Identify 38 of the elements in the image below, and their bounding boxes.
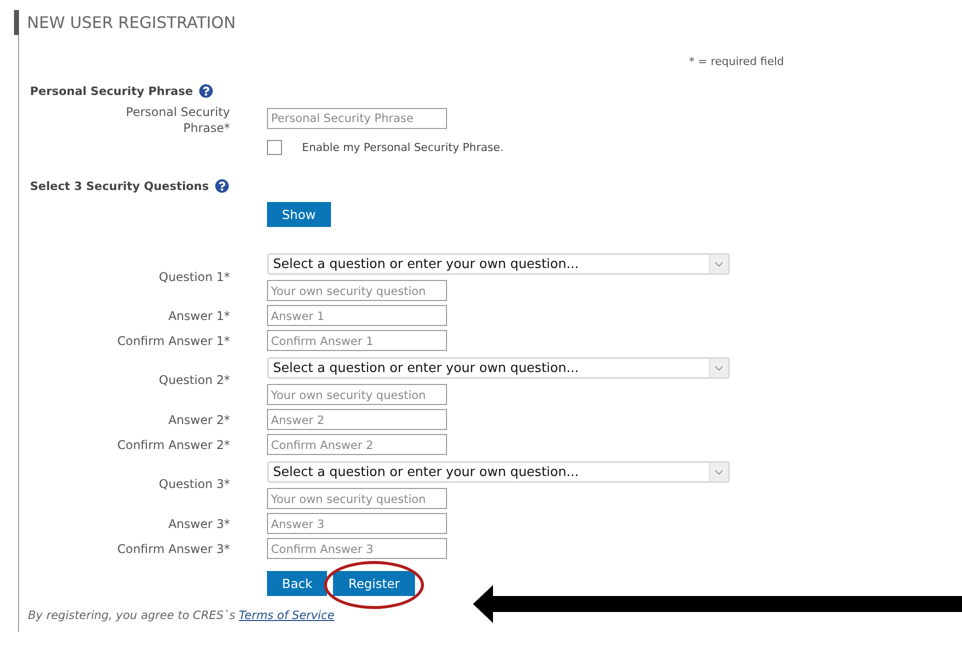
- question-dropdown[interactable]: Select a question or enter your own question...: [267, 461, 730, 483]
- input-field[interactable]: Confirm Answer 3: [267, 538, 447, 559]
- caret-icon: [709, 463, 728, 481]
- field-label: Confirm Answer 3*: [116, 540, 230, 556]
- form-button[interactable]: Back: [267, 571, 328, 596]
- field-label: Answer 2*: [167, 412, 230, 428]
- field-label: Answer 1*: [167, 308, 230, 324]
- field-label: Question 1*: [158, 269, 230, 285]
- section-heading: Select 3 Security Questions: [30, 179, 209, 193]
- field-label: Answer 3*: [167, 516, 230, 532]
- field-label: Confirm Answer 1*: [116, 332, 230, 348]
- field-label: Personal Security Phrase*: [124, 104, 230, 136]
- checkbox[interactable]: [267, 140, 282, 155]
- input-field[interactable]: Personal Security Phrase: [267, 108, 447, 128]
- field-label: Question 2*: [158, 372, 230, 388]
- input-field[interactable]: Answer 3: [267, 513, 447, 534]
- form-button[interactable]: Register: [333, 571, 415, 596]
- field-label: Question 3*: [158, 476, 230, 492]
- input-field[interactable]: Answer 2: [267, 409, 447, 430]
- input-field[interactable]: Your own security question: [267, 384, 447, 405]
- input-field[interactable]: Answer 1: [267, 305, 447, 326]
- checkbox-label: Enable my Personal Security Phrase.: [302, 141, 504, 154]
- input-field[interactable]: Your own security question: [267, 280, 447, 301]
- caret-icon: [709, 255, 728, 273]
- help-icon[interactable]: [198, 84, 213, 98]
- question-dropdown[interactable]: Select a question or enter your own question...: [267, 253, 730, 275]
- question-dropdown[interactable]: Select a question or enter your own question...: [267, 357, 730, 379]
- help-icon[interactable]: [214, 179, 229, 193]
- field-label: Confirm Answer 2*: [116, 436, 230, 452]
- required-note: * = required field: [688, 54, 786, 68]
- input-field[interactable]: Confirm Answer 1: [267, 330, 447, 351]
- caret-icon: [709, 359, 728, 377]
- input-field[interactable]: Your own security question: [267, 488, 447, 509]
- page-title: NEW USER REGISTRATION: [14, 10, 962, 35]
- input-field[interactable]: Confirm Answer 2: [267, 434, 447, 455]
- terms-link[interactable]: Terms of Service: [238, 608, 334, 622]
- section-heading: Personal Security Phrase: [30, 84, 193, 98]
- show-button[interactable]: Show: [267, 202, 331, 227]
